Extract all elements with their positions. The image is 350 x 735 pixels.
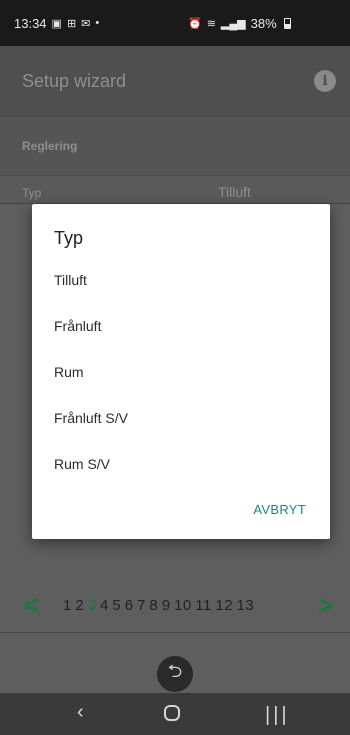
teams-icon: ⊞ [66, 17, 77, 30]
page-number[interactable]: 5 [112, 597, 121, 614]
type-label: Typ [22, 186, 42, 200]
dot-icon: • [95, 17, 100, 29]
status-bar: 13:34 ▣ ⊞ ✉ • ⏰ ≋ ▂▄▆ 38% [0, 0, 350, 46]
next-page-button[interactable]: > [318, 590, 333, 621]
option-tilluft[interactable]: Tilluft [54, 272, 87, 288]
info-icon[interactable]: i [314, 70, 336, 92]
app-bar: Setup wizard i [0, 46, 350, 116]
option-rum[interactable]: Rum [54, 364, 84, 380]
page-number[interactable]: 12 [215, 597, 233, 614]
outlook-icon: ✉ [81, 17, 91, 30]
recent-apps-icon[interactable]: ||| [265, 704, 290, 727]
section-header: Reglering [0, 116, 350, 176]
dialog-title: Typ [54, 228, 84, 248]
cancel-button[interactable]: AVBRYT [253, 502, 306, 517]
page-number[interactable]: 8 [149, 597, 158, 614]
page-number[interactable]: 10 [174, 597, 192, 614]
status-time: 13:34 [14, 15, 47, 31]
type-row[interactable]: Typ Tilluft [0, 176, 350, 204]
back-icon[interactable]: ‹ [77, 701, 84, 724]
page-number[interactable]: 6 [125, 597, 134, 614]
type-value[interactable]: Tilluft [218, 184, 251, 200]
battery-icon [283, 17, 291, 29]
type-selection-dialog: Typ Tilluft Frånluft Rum Frånluft S/V Ru… [32, 204, 330, 539]
wifi-icon: ≋ [206, 17, 216, 30]
prev-page-button[interactable]: < [24, 590, 39, 621]
option-franluft-sv[interactable]: Frånluft S/V [54, 410, 128, 426]
page-number[interactable]: 9 [162, 597, 171, 614]
alarm-icon: ⏰ [188, 17, 202, 30]
page-number[interactable]: 1 [63, 597, 72, 614]
page-number[interactable]: 7 [137, 597, 146, 614]
undo-button[interactable]: ⮌ [157, 656, 193, 692]
undo-icon: ⮌ [167, 661, 183, 681]
page-title: Setup wizard [22, 70, 127, 91]
battery-percent: 38% [250, 15, 277, 31]
gallery-icon: ▣ [51, 17, 62, 30]
section-label: Reglering [22, 139, 78, 153]
home-icon[interactable] [164, 705, 180, 721]
system-nav-bar: ‹ ||| [0, 693, 350, 735]
option-rum-sv[interactable]: Rum S/V [54, 456, 110, 472]
page-navigator: < 1 2 3 4 5 6 7 8 9 10 11 12 13 > [0, 580, 350, 633]
page-number[interactable]: 2 [75, 597, 84, 614]
page-numbers: 1 2 3 4 5 6 7 8 9 10 11 12 13 [63, 597, 258, 614]
signal-icon: ▂▄▆ [220, 17, 246, 30]
page-number[interactable]: 11 [195, 597, 212, 614]
page-number[interactable]: 13 [237, 597, 255, 614]
page-number-current[interactable]: 3 [88, 597, 97, 614]
page-number[interactable]: 4 [100, 597, 109, 614]
option-franluft[interactable]: Frånluft [54, 318, 101, 334]
